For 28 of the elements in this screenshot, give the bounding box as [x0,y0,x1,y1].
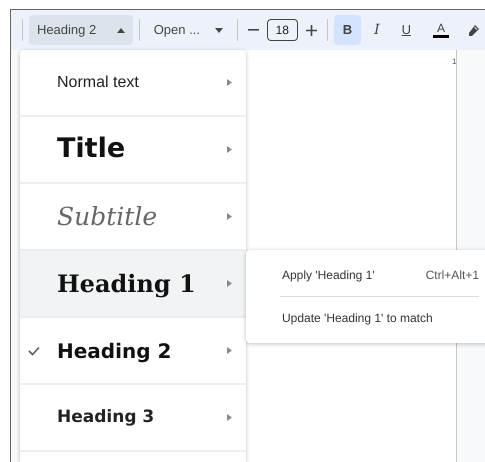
minus-icon [248,29,259,31]
font-size-field[interactable]: 18 [266,19,298,41]
underline-button[interactable]: U [392,15,420,45]
menu-item[interactable]: Heading 3 [20,385,246,452]
shortcut-text: Ctrl+Alt+1 [426,267,479,284]
menu-item[interactable]: Heading 2 [20,318,246,385]
menu-item[interactable]: Title [20,117,246,184]
menu-item[interactable]: Normal text [20,50,246,117]
bold-button[interactable]: B [334,15,362,45]
plus-icon [306,24,317,36]
menu-item[interactable]: Heading 1 [20,251,246,318]
submenu-arrow-icon [227,347,232,354]
submenu-arrow-icon [227,414,232,421]
pen-icon [468,24,480,36]
ruler-mark: 1 [452,56,456,68]
submenu-arrow-icon [227,146,232,153]
style-dropdown[interactable]: Heading 2 [28,15,133,45]
submenu-item[interactable]: Apply 'Heading 1' Ctrl+Alt+1 [246,258,485,292]
font-dropdown[interactable]: Open ... [146,15,231,45]
text-color-button[interactable]: A [424,15,458,45]
submenu-arrow-icon [227,79,232,86]
submenu-item[interactable]: Update 'Heading 1' to match [246,301,485,335]
caret-icon [214,28,223,32]
submenu-arrow-icon [227,280,232,287]
submenu-arrow-icon [227,213,232,220]
caret-icon [116,28,125,32]
check-icon [28,346,40,356]
italic-button[interactable]: I [365,15,389,45]
